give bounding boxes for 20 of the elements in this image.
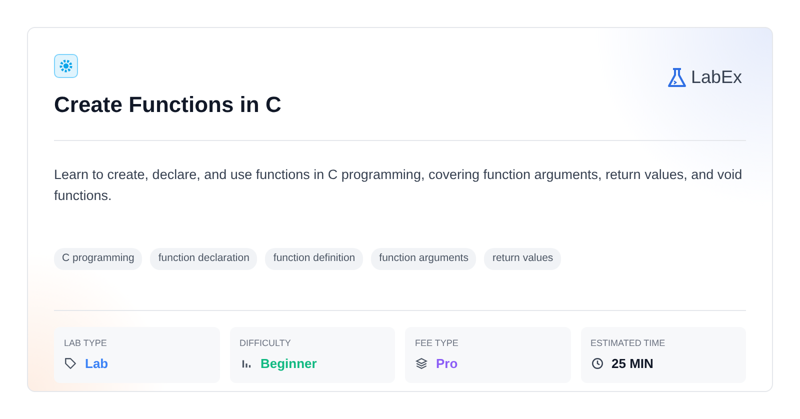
stat-value: 25 MIN (612, 355, 654, 374)
stat-label: ESTIMATED TIME (590, 336, 666, 350)
topic-tag: C programming (54, 248, 142, 270)
clock-icon (590, 357, 604, 370)
stat-label: FEE TYPE (415, 336, 460, 350)
stat-label: DIFFICULTY (240, 336, 292, 350)
topic-tag: function arguments (371, 248, 476, 270)
brand-name: LabEx (690, 66, 742, 89)
topic-tag: function definition (265, 248, 364, 270)
stat-label: LAB TYPE (64, 336, 108, 350)
stat-value: Beginner (260, 355, 317, 374)
lab-description: Learn to create, declare, and use functions in C programming, covering function arguments, return values, and void functions. (54, 166, 744, 205)
flask-icon (666, 66, 687, 88)
tag-icon (64, 357, 77, 370)
stat-value: Pro (436, 355, 458, 374)
topic-tag: return values (484, 248, 562, 270)
stat-value: Lab (85, 355, 108, 374)
layers-icon (415, 357, 428, 370)
lab-title: Create Functions in C (54, 92, 282, 118)
topic-tag: function declaration (150, 248, 258, 270)
